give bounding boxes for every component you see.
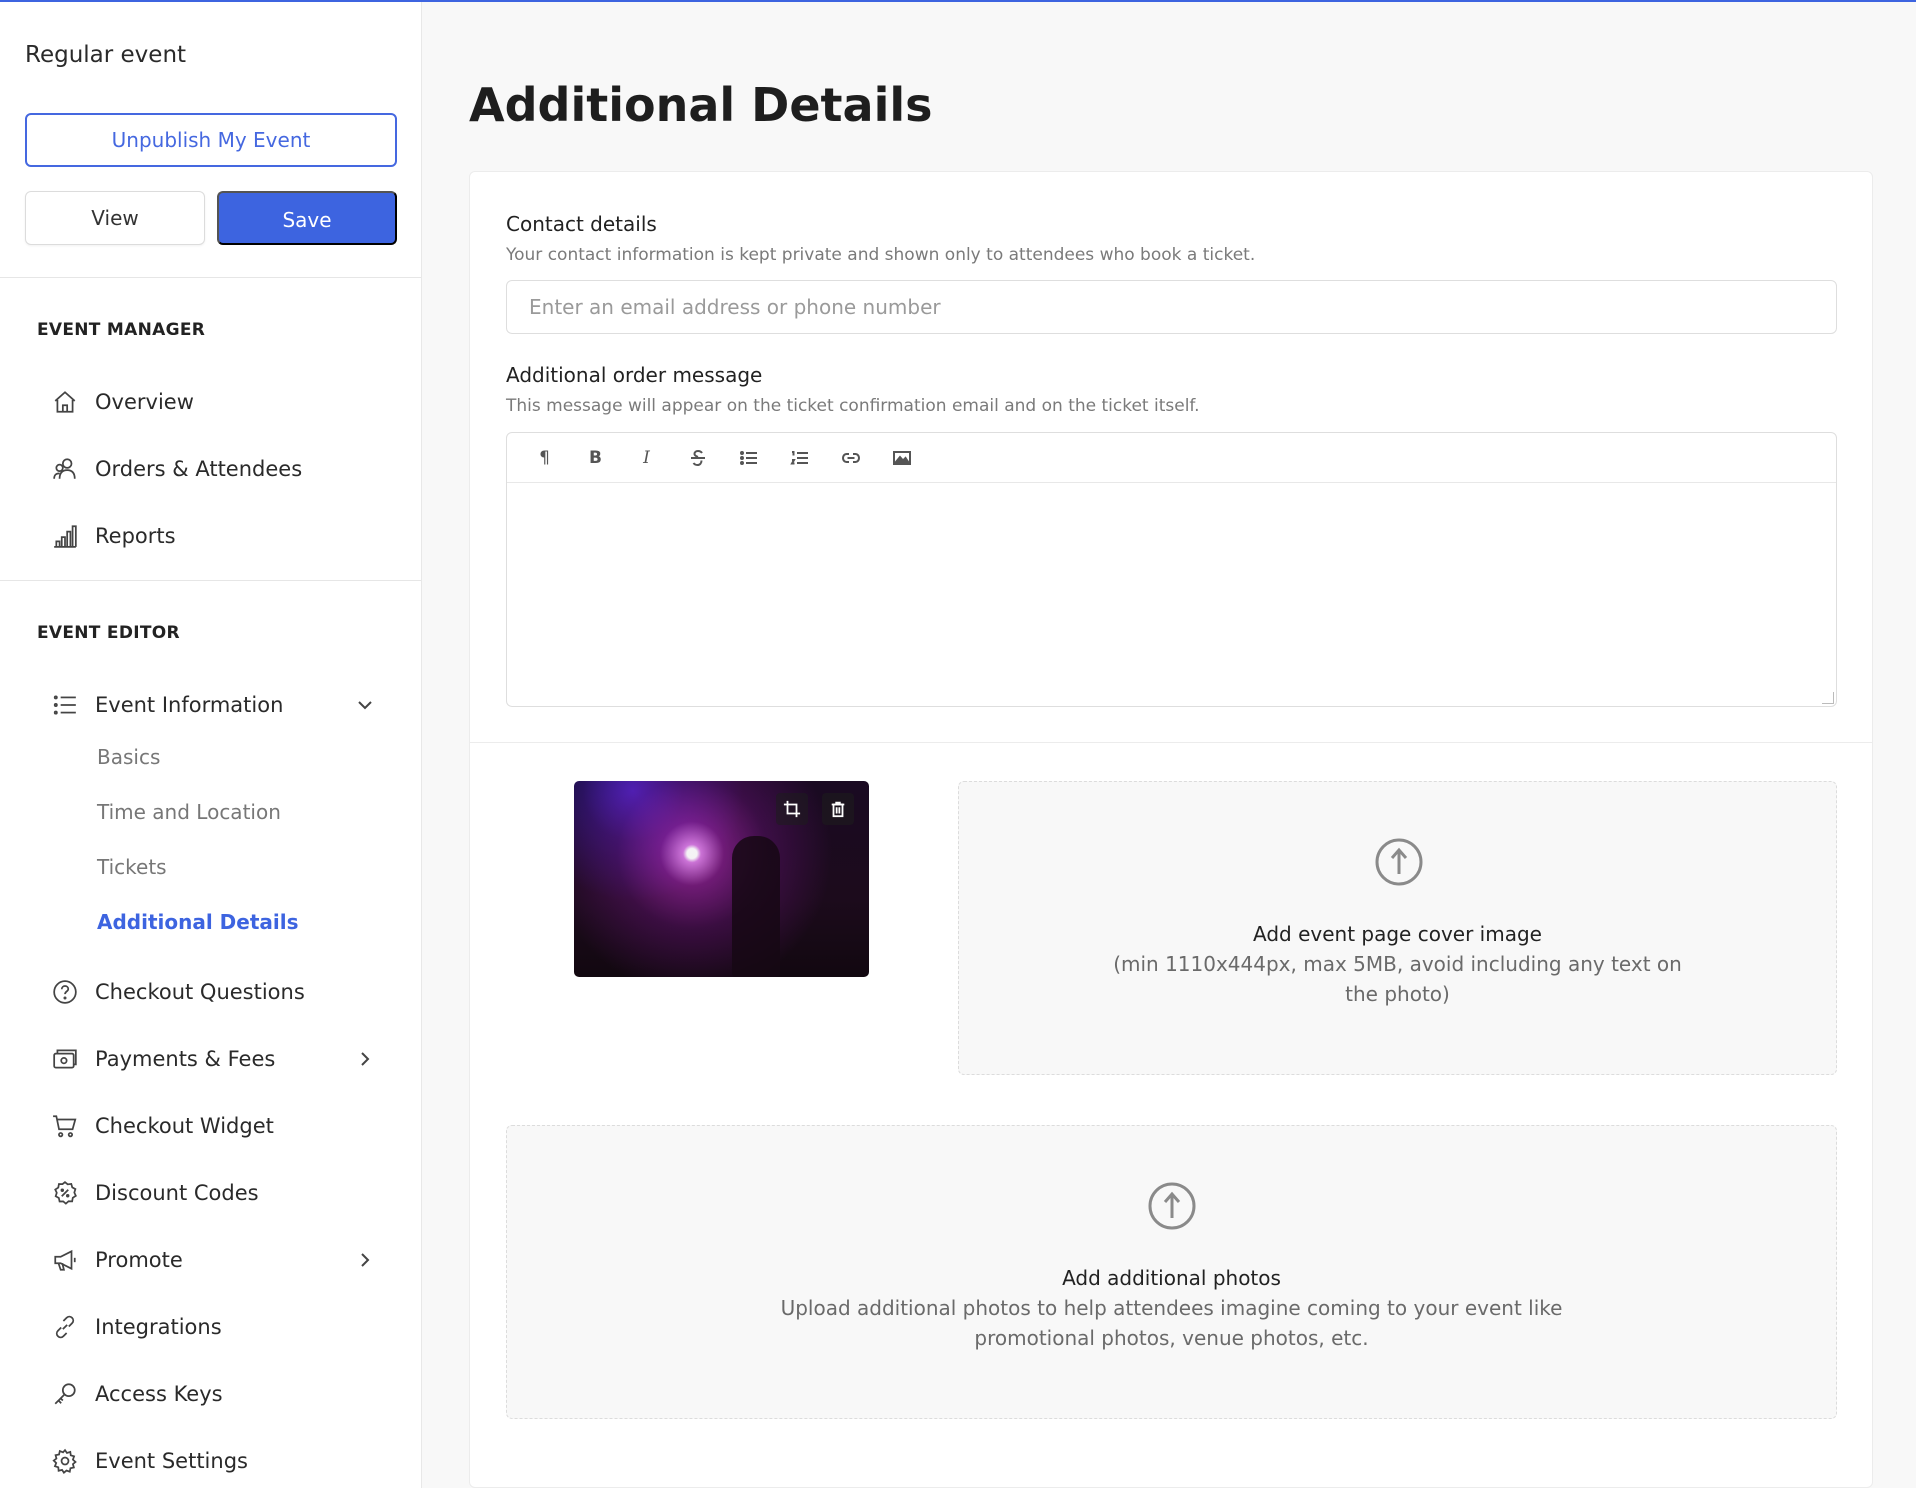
details-card: Contact details Your contact information… <box>469 171 1873 1488</box>
sidebar-item-label: Access Keys <box>95 1382 223 1406</box>
bold-button[interactable]: B <box>570 438 621 478</box>
sidebar-item-label: Checkout Questions <box>95 980 305 1004</box>
bold-icon: B <box>589 447 602 468</box>
upload-icon <box>1374 837 1424 887</box>
link-icon <box>841 452 860 463</box>
bar-chart-icon <box>37 523 95 549</box>
sidebar-item-access-keys[interactable]: Access Keys <box>37 1372 397 1416</box>
megaphone-icon <box>37 1247 95 1273</box>
cover-upload-subtitle: (min 1110x444px, max 5MB, avoid includin… <box>1113 952 1682 1006</box>
resize-handle[interactable] <box>1822 692 1834 704</box>
discount-badge-icon <box>37 1180 95 1206</box>
link-button[interactable] <box>825 438 876 478</box>
sidebar-item-label: Overview <box>95 390 194 414</box>
sidebar-item-checkout-widget[interactable]: Checkout Widget <box>37 1104 397 1148</box>
photos-upload-subtitle: Upload additional photos to help attende… <box>780 1296 1563 1350</box>
sidebar-item-label: Checkout Widget <box>95 1114 274 1138</box>
contact-details-input[interactable] <box>506 280 1837 334</box>
photos-upload-title: Add additional photos <box>1062 1266 1281 1290</box>
chevron-down-icon[interactable] <box>355 695 375 715</box>
contact-details-label: Contact details <box>506 212 657 236</box>
bullet-list-button[interactable] <box>723 438 774 478</box>
question-circle-icon <box>37 979 95 1005</box>
cover-image-thumbnail <box>574 781 869 977</box>
wallet-icon <box>37 1046 95 1072</box>
home-icon <box>37 389 95 415</box>
bullet-list-icon <box>739 450 757 465</box>
section-divider <box>470 742 1872 743</box>
sidebar-item-label: Discount Codes <box>95 1181 259 1205</box>
sidebar-item-label: Event Settings <box>95 1449 248 1473</box>
paragraph-icon: ¶ <box>539 447 550 468</box>
cover-image-dropzone[interactable]: Add event page cover image (min 1110x444… <box>958 781 1837 1075</box>
attendees-icon <box>37 456 95 482</box>
image-icon <box>892 450 911 465</box>
sidebar-item-label: Event Information <box>95 693 284 717</box>
event-manager-heading: EVENT MANAGER <box>37 320 206 340</box>
order-message-editor: ¶ B I <box>506 432 1837 707</box>
sidebar-item-reports[interactable]: Reports <box>37 514 397 558</box>
page-title: Additional Details <box>469 78 933 132</box>
sidebar-divider <box>0 580 421 581</box>
sidebar-subitem-basics[interactable]: Basics <box>97 745 160 769</box>
numbered-list-button[interactable] <box>774 438 825 478</box>
strikethrough-button[interactable] <box>672 438 723 478</box>
list-icon <box>37 692 95 718</box>
chevron-right-icon[interactable] <box>355 1049 375 1069</box>
strikethrough-icon <box>690 449 705 466</box>
sidebar-item-label: Payments & Fees <box>95 1047 276 1071</box>
chevron-right-icon[interactable] <box>355 1250 375 1270</box>
sidebar-item-promote[interactable]: Promote <box>37 1238 397 1282</box>
event-name: Regular event <box>25 42 187 68</box>
delete-image-button[interactable] <box>822 793 854 825</box>
order-message-hint: This message will appear on the ticket c… <box>506 396 1200 416</box>
italic-icon: I <box>643 447 650 468</box>
upload-icon <box>1147 1181 1197 1231</box>
sidebar-item-discount-codes[interactable]: Discount Codes <box>37 1171 397 1215</box>
sidebar-item-overview[interactable]: Overview <box>37 380 397 424</box>
key-icon <box>37 1381 95 1407</box>
sidebar-item-payments-fees[interactable]: Payments & Fees <box>37 1037 397 1081</box>
sidebar-item-label: Promote <box>95 1248 183 1272</box>
save-button[interactable]: Save <box>217 191 397 245</box>
sidebar-item-label: Orders & Attendees <box>95 457 303 481</box>
sidebar: Regular event Unpublish My Event View Sa… <box>0 2 422 1488</box>
gear-icon <box>37 1448 95 1474</box>
sidebar-item-event-settings[interactable]: Event Settings <box>37 1439 397 1483</box>
sidebar-item-label: Integrations <box>95 1315 222 1339</box>
crop-button[interactable] <box>776 793 808 825</box>
italic-button[interactable]: I <box>621 438 672 478</box>
unpublish-button[interactable]: Unpublish My Event <box>25 113 397 167</box>
contact-details-hint: Your contact information is kept private… <box>506 245 1256 265</box>
sidebar-subitem-time-and-location[interactable]: Time and Location <box>97 800 281 824</box>
event-editor-heading: EVENT EDITOR <box>37 623 180 643</box>
crop-icon <box>783 800 801 818</box>
numbered-list-icon <box>789 450 808 464</box>
editor-toolbar: ¶ B I <box>507 433 1836 483</box>
cover-upload-title: Add event page cover image <box>1253 922 1542 946</box>
trash-icon <box>831 801 845 818</box>
insert-image-button[interactable] <box>876 438 927 478</box>
sidebar-subitem-additional-details[interactable]: Additional Details <box>97 910 299 934</box>
cart-icon <box>37 1113 95 1139</box>
performer-silhouette <box>732 836 780 977</box>
sidebar-subitem-tickets[interactable]: Tickets <box>97 855 167 879</box>
sidebar-item-checkout-questions[interactable]: Checkout Questions <box>37 970 397 1014</box>
sidebar-item-label: Reports <box>95 524 176 548</box>
sidebar-item-event-information[interactable]: Event Information <box>37 683 397 727</box>
view-button[interactable]: View <box>25 191 205 245</box>
order-message-label: Additional order message <box>506 363 763 387</box>
sidebar-item-orders-attendees[interactable]: Orders & Attendees <box>37 447 397 491</box>
sidebar-item-integrations[interactable]: Integrations <box>37 1305 397 1349</box>
order-message-textarea[interactable] <box>507 483 1836 706</box>
additional-photos-dropzone[interactable]: Add additional photos Upload additional … <box>506 1125 1837 1419</box>
paragraph-button[interactable]: ¶ <box>519 438 570 478</box>
link-icon <box>37 1314 95 1340</box>
sidebar-divider <box>0 277 421 278</box>
